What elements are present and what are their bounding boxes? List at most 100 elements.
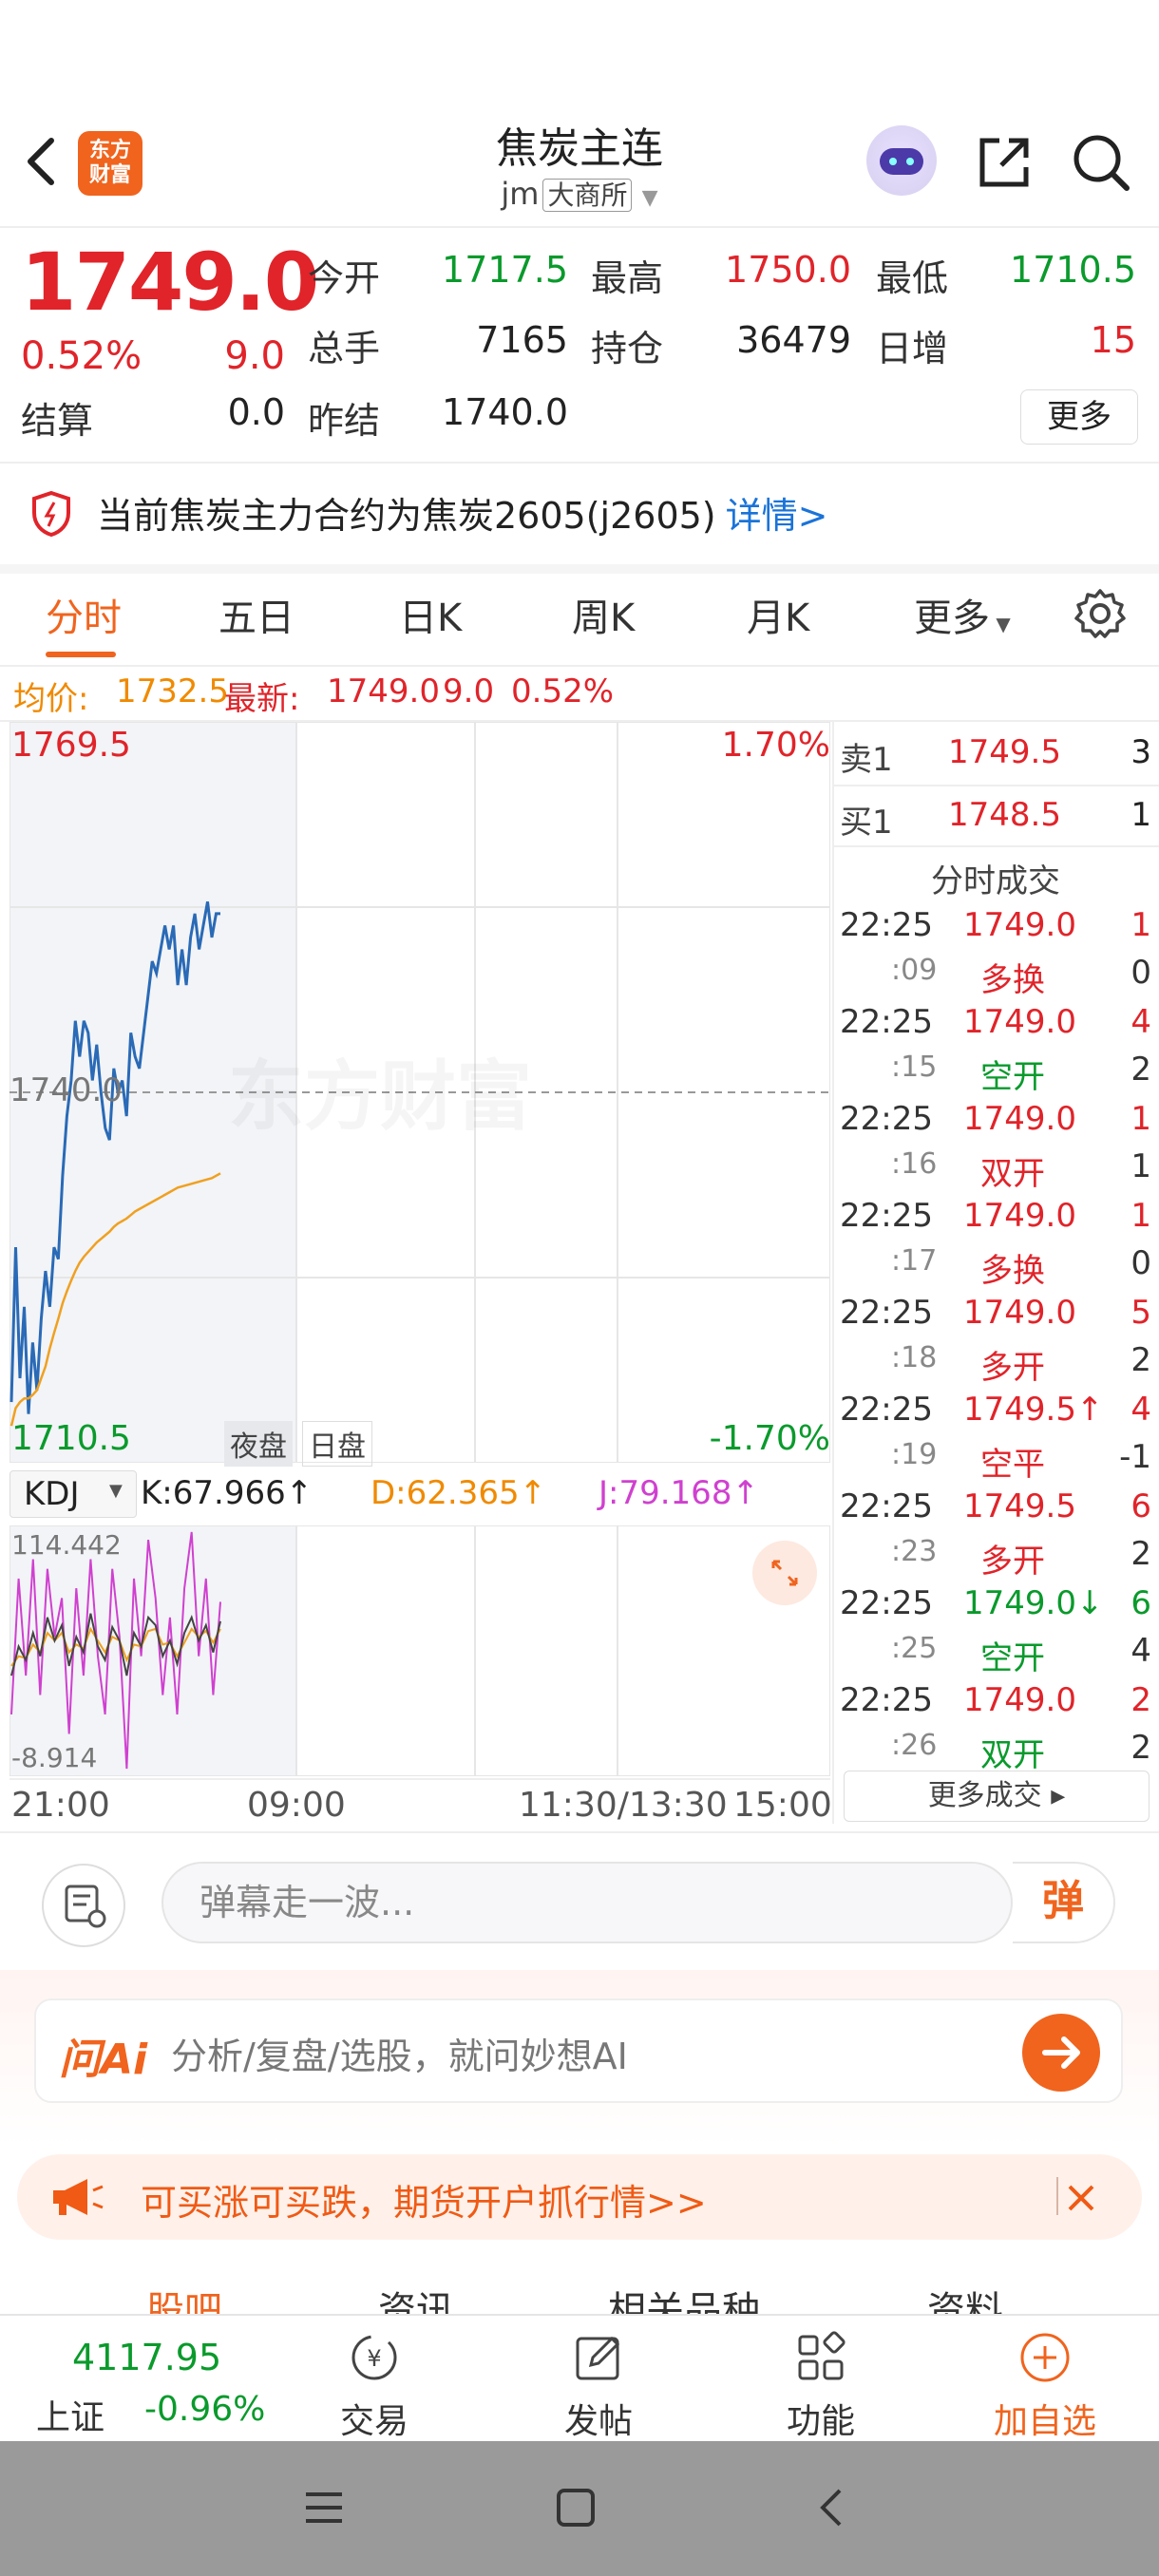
danmu-input[interactable]: 弹幕走一波... bbox=[162, 1862, 1013, 1943]
trade-qty: 1 bbox=[1130, 906, 1151, 944]
time-tick: 09:00 bbox=[247, 1786, 346, 1825]
promo-text: 可买涨可买跌，期货开户抓行情>> bbox=[141, 2182, 707, 2224]
low-value: 1710.5 bbox=[1010, 249, 1136, 291]
avg-value: 1732.5 bbox=[116, 672, 229, 710]
gear-icon[interactable] bbox=[1074, 587, 1127, 640]
trade-second: :09 bbox=[891, 954, 938, 987]
open-value: 1717.5 bbox=[442, 249, 568, 291]
tab-intraday[interactable]: 分时 bbox=[46, 587, 122, 642]
day-session-button[interactable]: 日盘 bbox=[302, 1421, 372, 1467]
exchange-badge: 大商所 bbox=[542, 179, 633, 212]
nav-post-label: 发帖 bbox=[563, 2402, 633, 2441]
header: 东方 财富 焦炭主连 jm 大商所 ▼ bbox=[0, 104, 1159, 228]
comment-list-icon[interactable] bbox=[42, 1864, 125, 1947]
trade-second: :19 bbox=[891, 1438, 938, 1471]
nav-trade[interactable]: ¥ 交易 bbox=[298, 2316, 450, 2441]
tab-five-day[interactable]: 五日 bbox=[218, 587, 294, 642]
kdj-chart-svg bbox=[10, 1525, 830, 1776]
order-book: 卖1 1749.5 3 买1 1748.5 1 分时成交 22:25 1749.0… bbox=[832, 722, 1159, 1824]
trade-qty: 1 bbox=[1130, 1197, 1151, 1235]
reference-price-label: 1740.0 bbox=[10, 1071, 123, 1109]
trade-price: 1749.0 bbox=[963, 1100, 1076, 1138]
more-trades-button[interactable]: 更多成交 ▸ bbox=[844, 1771, 1150, 1822]
home-icon[interactable] bbox=[555, 2487, 597, 2529]
trade-second: :23 bbox=[891, 1535, 938, 1568]
latest-change: 9.0 bbox=[443, 672, 495, 710]
menu-icon[interactable] bbox=[302, 2489, 346, 2527]
nav-add-watchlist[interactable]: 加自选 bbox=[969, 2316, 1121, 2441]
bottom-nav: 4117.95 上证 -0.96% ¥ 交易 发帖 功能 加自选 bbox=[0, 2314, 1159, 2441]
bid-qty: 1 bbox=[1130, 796, 1151, 834]
trade-type: 空平 bbox=[980, 1446, 1045, 1484]
trade-second: :15 bbox=[891, 1051, 938, 1084]
tab-profile[interactable]: 资料 bbox=[927, 2280, 1003, 2314]
latest-pct: 0.52% bbox=[511, 672, 615, 710]
notice-detail-link[interactable]: 详情> bbox=[726, 495, 828, 537]
danmu-bar: 弹幕走一波... 弹 bbox=[0, 1831, 1159, 1970]
nav-functions-label: 功能 bbox=[786, 2402, 855, 2441]
y-min-label: 1710.5 bbox=[11, 1419, 131, 1458]
trade-type: 多开 bbox=[980, 1349, 1045, 1387]
index-name: 上证 bbox=[36, 2398, 105, 2437]
night-session-button[interactable]: 夜盘 bbox=[224, 1421, 293, 1467]
content-tabs: 股吧 资讯 相关品种 资料 bbox=[0, 2261, 1159, 2314]
trade-qty: 1 bbox=[1130, 1100, 1151, 1138]
trade-time: 22:25 bbox=[840, 1391, 933, 1429]
y-max-label: 1769.5 bbox=[11, 726, 131, 765]
settle-label: 结算 bbox=[21, 400, 94, 442]
trade-type: 空开 bbox=[980, 1058, 1045, 1096]
latest-label: 最新: bbox=[224, 680, 300, 718]
indicator-selector[interactable]: KDJ ▼ bbox=[10, 1470, 137, 1518]
trade-type: 多换 bbox=[980, 961, 1045, 999]
trade-time: 22:25 bbox=[840, 1294, 933, 1332]
tab-related[interactable]: 相关品种 bbox=[608, 2280, 760, 2314]
tab-monthly-k[interactable]: 月K bbox=[747, 587, 809, 642]
trade-second: :16 bbox=[891, 1147, 938, 1181]
change-percent: 0.52% bbox=[21, 334, 142, 378]
kdj-chart[interactable]: 114.442 -8.914 bbox=[10, 1525, 830, 1776]
bid-price: 1748.5 bbox=[948, 796, 1061, 834]
ask-price: 1749.5 bbox=[948, 733, 1061, 771]
nav-functions[interactable]: 功能 bbox=[745, 2316, 897, 2441]
ai-ask-box[interactable]: 问Ai 分析/复盘/选股，就问妙想AI bbox=[34, 1998, 1123, 2103]
trade-second: :25 bbox=[891, 1632, 938, 1665]
more-quote-button[interactable]: 更多 bbox=[1020, 389, 1138, 445]
trade-time: 22:25 bbox=[840, 1487, 933, 1525]
ai-assistant-avatar-icon[interactable] bbox=[866, 125, 937, 196]
pct-max-label: 1.70% bbox=[721, 726, 830, 765]
time-axis: 21:00 09:00 11:30/13:30 15:00 bbox=[10, 1778, 832, 1828]
main-contract-notice[interactable]: 当前焦炭主力合约为焦炭2605(j2605) 详情> bbox=[0, 464, 1159, 574]
arrow-right-icon[interactable] bbox=[1022, 2014, 1100, 2092]
trade-oi-change: 2 bbox=[1130, 1051, 1151, 1089]
time-tick: 21:00 bbox=[11, 1786, 110, 1825]
nav-add-watchlist-label: 加自选 bbox=[993, 2402, 1096, 2441]
kdj-max-label: 114.442 bbox=[11, 1529, 122, 1561]
search-icon[interactable] bbox=[1070, 131, 1132, 194]
daily-increase-label: 日增 bbox=[876, 328, 949, 369]
danmu-toggle-button[interactable]: 弹 bbox=[1013, 1862, 1115, 1943]
index-ticker[interactable]: 4117.95 上证 -0.96% bbox=[19, 2316, 266, 2441]
volume-value: 7165 bbox=[476, 319, 568, 361]
trade-type: 双开 bbox=[980, 1736, 1045, 1774]
close-icon[interactable] bbox=[1054, 2171, 1108, 2225]
tab-weekly-k[interactable]: 周K bbox=[572, 587, 635, 642]
index-pct: -0.96% bbox=[144, 2390, 266, 2429]
high-value: 1750.0 bbox=[725, 249, 851, 291]
tab-news[interactable]: 资讯 bbox=[378, 2280, 454, 2314]
tab-more[interactable]: 更多 ▼ bbox=[914, 587, 1011, 642]
avg-label: 均价: bbox=[13, 680, 89, 718]
trade-oi-change: 2 bbox=[1130, 1729, 1151, 1767]
trade-qty: 4 bbox=[1130, 1391, 1151, 1429]
intraday-chart[interactable]: 1769.5 1.70% 1740.0 东方财富 1710.5 -1.70% 夜… bbox=[10, 722, 830, 1467]
tab-guba[interactable]: 股吧 bbox=[146, 2280, 222, 2314]
back-icon[interactable] bbox=[813, 2487, 851, 2529]
expand-icon[interactable] bbox=[752, 1541, 817, 1605]
tab-daily-k[interactable]: 日K bbox=[399, 587, 462, 642]
volume-label: 总手 bbox=[308, 328, 381, 369]
trade-oi-change: 2 bbox=[1130, 1535, 1151, 1573]
trade-price: 1749.0 bbox=[963, 1003, 1076, 1041]
trade-qty: 5 bbox=[1130, 1294, 1151, 1332]
nav-post[interactable]: 发帖 bbox=[522, 2316, 674, 2441]
share-icon[interactable] bbox=[973, 131, 1036, 194]
promo-banner[interactable]: 可买涨可买跌，期货开户抓行情>> bbox=[17, 2154, 1142, 2240]
